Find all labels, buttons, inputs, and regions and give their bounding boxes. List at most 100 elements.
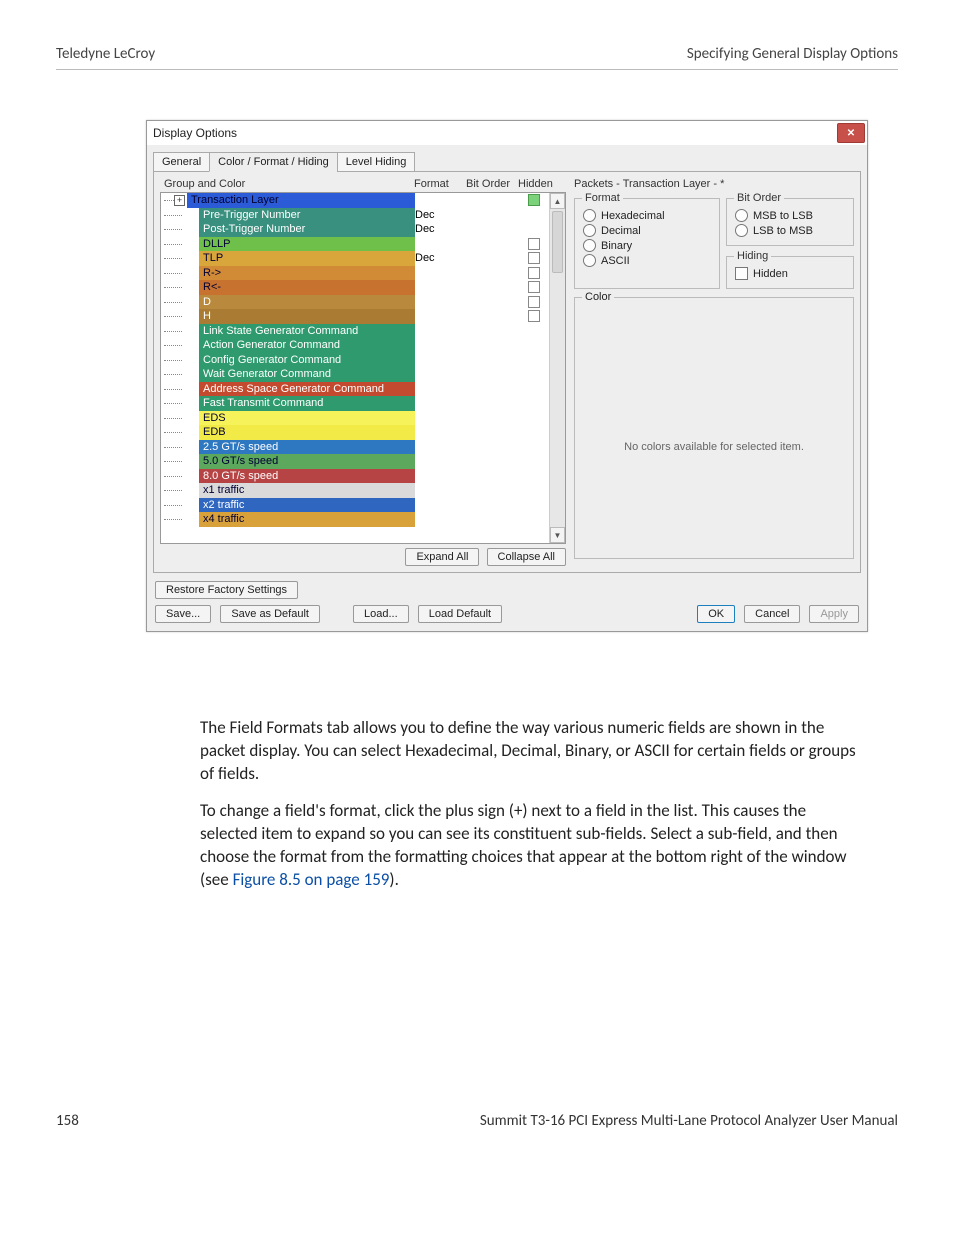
save-default-button[interactable]: Save as Default (220, 605, 320, 623)
expand-icon[interactable]: + (174, 195, 185, 206)
body-paragraph-1: The Field Formats tab allows you to defi… (200, 717, 864, 786)
row-label: Wait Generator Command (199, 367, 415, 382)
row-label: Fast Transmit Command (199, 396, 415, 411)
radio-hexadecimal[interactable]: Hexadecimal (583, 209, 711, 222)
tab-general[interactable]: General (153, 152, 210, 172)
row-hidden[interactable] (519, 238, 549, 250)
row-label: 5.0 GT/s speed (199, 454, 415, 469)
tree-row[interactable]: Wait Generator Command (161, 367, 549, 382)
radio-binary[interactable]: Binary (583, 239, 711, 252)
tree-row[interactable]: x2 traffic (161, 498, 549, 513)
row-label: 2.5 GT/s speed (199, 440, 415, 455)
column-group: Group and Color (164, 178, 414, 190)
tree-row[interactable]: Address Space Generator Command (161, 382, 549, 397)
row-label: x1 traffic (199, 483, 415, 498)
radio-decimal[interactable]: Decimal (583, 224, 711, 237)
row-label: Action Generator Command (199, 338, 415, 353)
row-format: Dec (415, 222, 467, 237)
row-label: D (199, 295, 415, 310)
tree-row[interactable]: 2.5 GT/s speed (161, 440, 549, 455)
apply-button[interactable]: Apply (809, 605, 859, 623)
tree-row[interactable]: Fast Transmit Command (161, 396, 549, 411)
row-hidden[interactable] (519, 281, 549, 293)
row-label: Transaction Layer (187, 193, 415, 208)
row-label: TLP (199, 251, 415, 266)
row-label: R<- (199, 280, 415, 295)
radio-lsb[interactable]: LSB to MSB (735, 224, 845, 237)
header-left: Teledyne LeCroy (56, 45, 155, 63)
right-heading: Packets - Transaction Layer - * (574, 178, 854, 190)
column-hidden: Hidden (518, 178, 562, 190)
radio-msb[interactable]: MSB to LSB (735, 209, 845, 222)
row-hidden[interactable] (519, 296, 549, 308)
tree-row[interactable]: TLPDec (161, 251, 549, 266)
scrollbar[interactable]: ▲ ▼ (549, 193, 565, 543)
ok-button[interactable]: OK (697, 605, 735, 623)
tree-row[interactable]: Post-Trigger NumberDec (161, 222, 549, 237)
tree-row[interactable]: x1 traffic (161, 483, 549, 498)
save-button[interactable]: Save... (155, 605, 211, 623)
tree-row[interactable]: D (161, 295, 549, 310)
color-empty-message: No colors available for selected item. (575, 441, 853, 453)
tab-color-format-hiding[interactable]: Color / Format / Hiding (209, 152, 338, 172)
tree-row[interactable]: 5.0 GT/s speed (161, 454, 549, 469)
row-hidden[interactable] (519, 194, 549, 206)
format-group-label: Format (582, 192, 623, 204)
row-label: Link State Generator Command (199, 324, 415, 339)
tree-row[interactable]: H (161, 309, 549, 324)
row-label: EDB (199, 425, 415, 440)
row-label: Post-Trigger Number (199, 222, 415, 237)
row-label: Address Space Generator Command (199, 382, 415, 397)
row-label: x2 traffic (199, 498, 415, 513)
row-hidden[interactable] (519, 267, 549, 279)
tree-row[interactable]: Action Generator Command (161, 338, 549, 353)
load-default-button[interactable]: Load Default (418, 605, 502, 623)
hidden-checkbox[interactable]: Hidden (735, 267, 845, 280)
tree-row[interactable]: Pre-Trigger NumberDec (161, 208, 549, 223)
scroll-thumb[interactable] (552, 211, 563, 273)
color-group-label: Color (582, 291, 614, 303)
tree-row[interactable]: EDB (161, 425, 549, 440)
row-format: Dec (415, 208, 467, 223)
bitorder-group-label: Bit Order (734, 192, 784, 204)
tree-row[interactable]: Config Generator Command (161, 353, 549, 368)
hiding-group-label: Hiding (734, 250, 771, 262)
dialog-title: Display Options (153, 126, 237, 140)
tree-row[interactable]: DLLP (161, 237, 549, 252)
load-button[interactable]: Load... (353, 605, 409, 623)
scroll-up-icon[interactable]: ▲ (550, 193, 565, 209)
display-options-dialog: Display Options ✕ General Color / Format… (146, 120, 868, 632)
expand-all-button[interactable]: Expand All (405, 548, 479, 566)
tree-row[interactable]: +Transaction Layer (161, 193, 549, 208)
group-tree[interactable]: +Transaction LayerPre-Trigger NumberDecP… (160, 192, 566, 544)
row-label: EDS (199, 411, 415, 426)
row-hidden[interactable] (519, 310, 549, 322)
collapse-all-button[interactable]: Collapse All (487, 548, 566, 566)
row-format: Dec (415, 251, 467, 266)
radio-ascii[interactable]: ASCII (583, 254, 711, 267)
tab-level-hiding[interactable]: Level Hiding (337, 152, 416, 172)
figure-link[interactable]: Figure 8.5 on page 159 (233, 869, 390, 890)
column-bitorder: Bit Order (466, 178, 518, 190)
tree-row[interactable]: x4 traffic (161, 512, 549, 527)
scroll-down-icon[interactable]: ▼ (550, 527, 565, 543)
restore-factory-button[interactable]: Restore Factory Settings (155, 581, 298, 599)
page-number: 158 (56, 1112, 79, 1130)
tree-row[interactable]: Link State Generator Command (161, 324, 549, 339)
row-hidden[interactable] (519, 252, 549, 264)
body-paragraph-2: To change a field's format, click the pl… (200, 800, 864, 892)
tree-row[interactable]: R-> (161, 266, 549, 281)
footer-title: Summit T3-16 PCI Express Multi-Lane Prot… (480, 1112, 898, 1130)
tree-row[interactable]: 8.0 GT/s speed (161, 469, 549, 484)
tree-row[interactable]: EDS (161, 411, 549, 426)
tree-row[interactable]: R<- (161, 280, 549, 295)
row-label: R-> (199, 266, 415, 281)
row-label: H (199, 309, 415, 324)
close-icon[interactable]: ✕ (837, 123, 865, 143)
column-format: Format (414, 178, 466, 190)
row-label: DLLP (199, 237, 415, 252)
row-label: Config Generator Command (199, 353, 415, 368)
cancel-button[interactable]: Cancel (744, 605, 800, 623)
header-right: Specifying General Display Options (687, 45, 898, 63)
row-label: Pre-Trigger Number (199, 208, 415, 223)
